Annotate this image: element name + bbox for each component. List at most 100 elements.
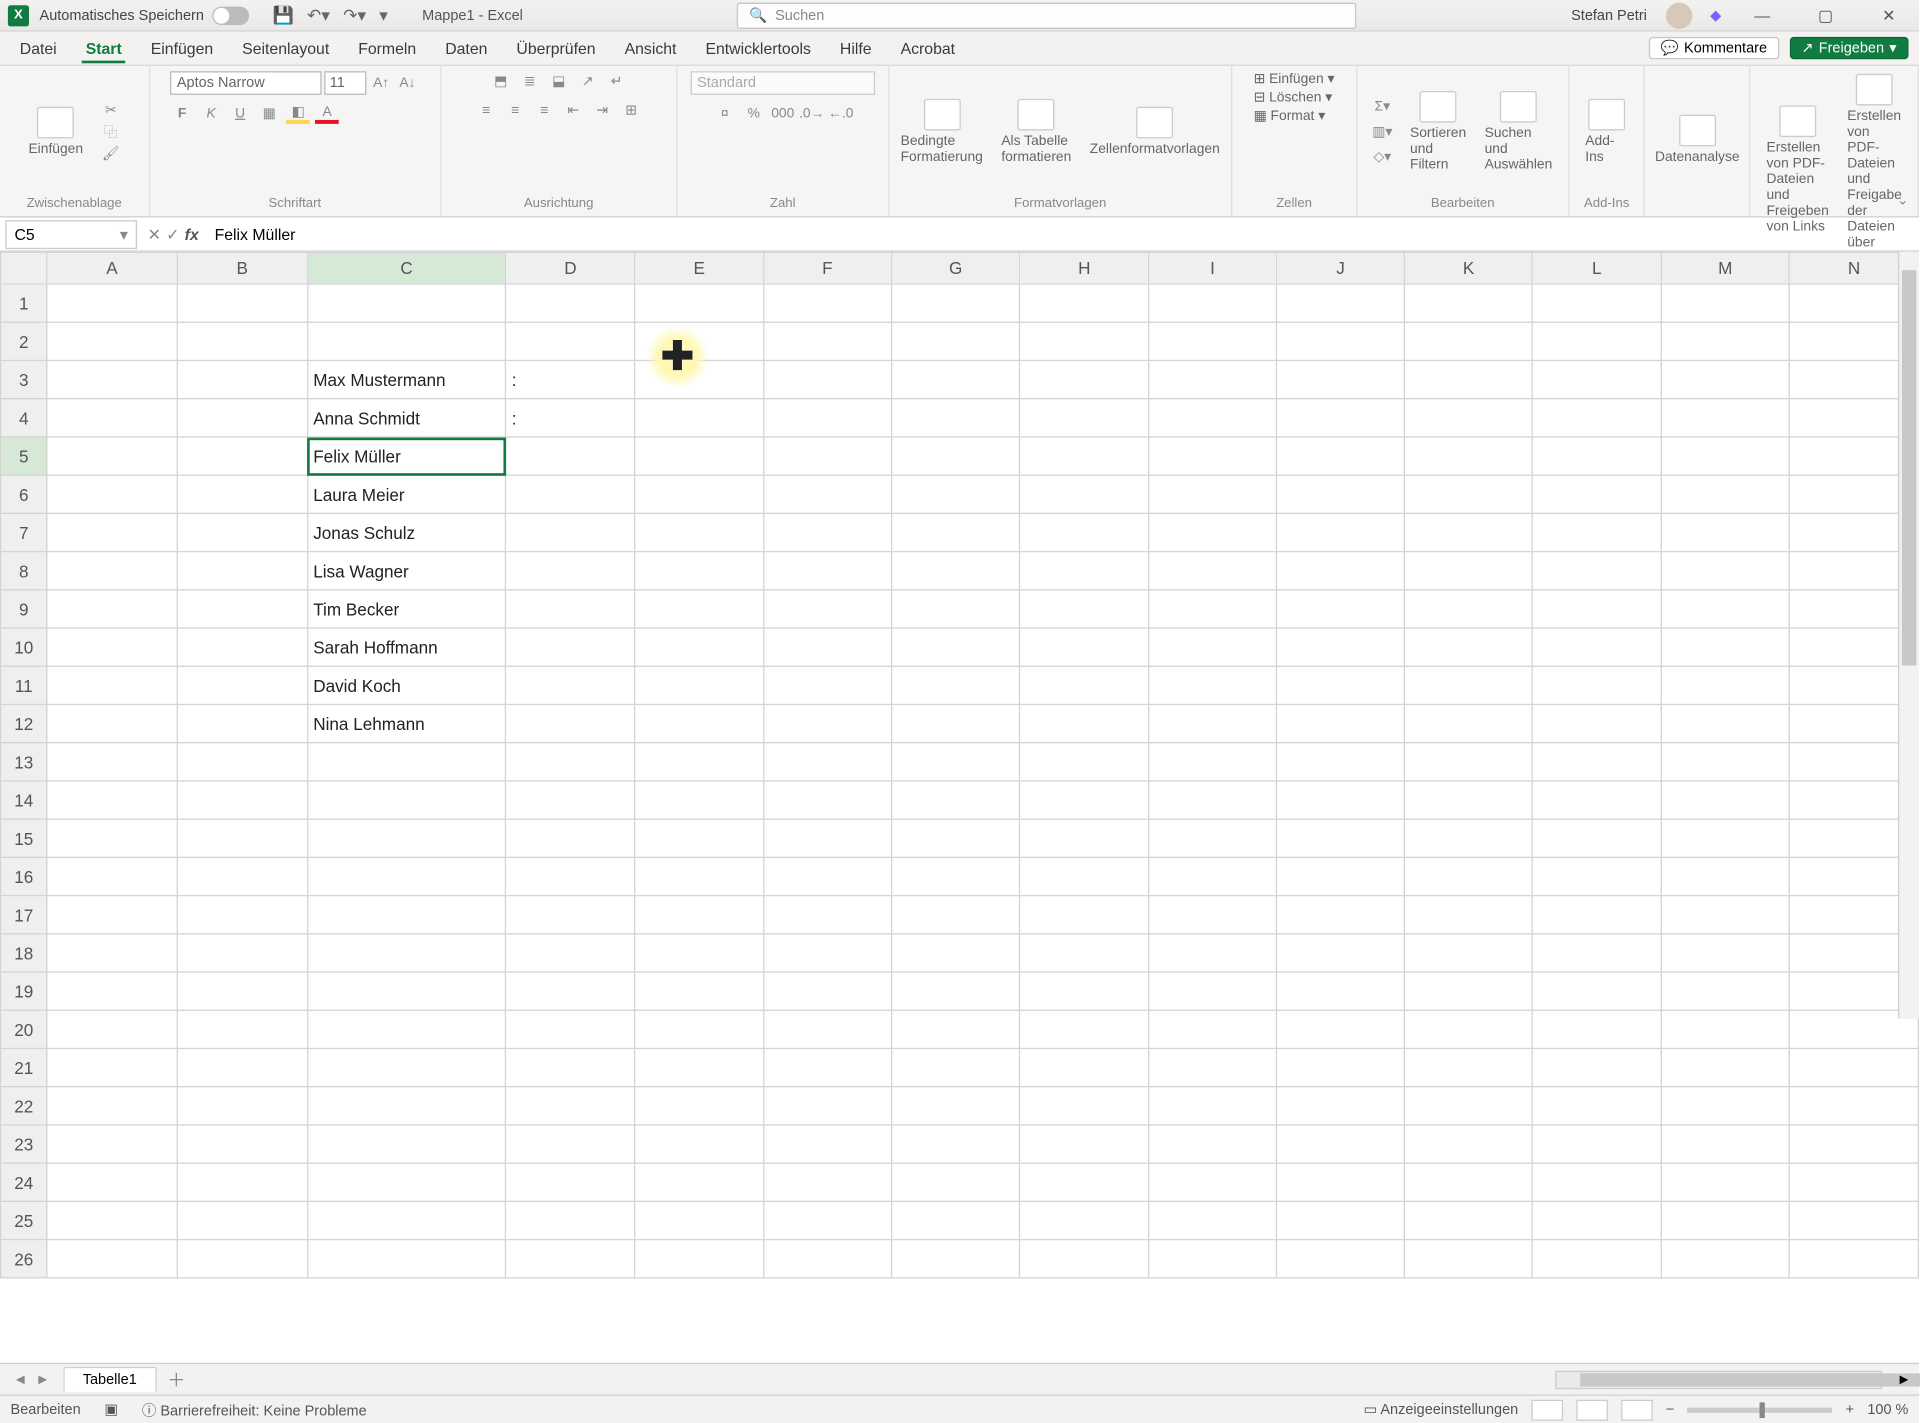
sheet-tab-active[interactable]: Tabelle1	[63, 1367, 157, 1392]
cell-G25[interactable]	[891, 1201, 1020, 1239]
cell-J15[interactable]	[1277, 819, 1405, 857]
cell-D19[interactable]	[506, 972, 635, 1010]
cell-J16[interactable]	[1277, 857, 1405, 895]
bold-button[interactable]: F	[170, 103, 194, 124]
cell-H26[interactable]	[1020, 1240, 1148, 1278]
cell-A2[interactable]	[47, 322, 177, 360]
diamond-icon[interactable]: ◆	[1710, 7, 1721, 24]
cell-M5[interactable]	[1661, 437, 1790, 475]
cell-M16[interactable]	[1661, 857, 1790, 895]
ribbon-collapse-icon[interactable]: ⌄	[1897, 192, 1909, 208]
tab-überprüfen[interactable]: Überprüfen	[505, 35, 608, 61]
insert-cells-button[interactable]: ⊞ Einfügen ▾	[1254, 71, 1335, 87]
cell-D15[interactable]	[506, 819, 635, 857]
cell-A15[interactable]	[47, 819, 177, 857]
column-header-G[interactable]: G	[891, 252, 1020, 284]
cell-B26[interactable]	[177, 1240, 307, 1278]
cell-K20[interactable]	[1405, 1010, 1533, 1048]
cell-G24[interactable]	[891, 1163, 1020, 1201]
cell-M24[interactable]	[1661, 1163, 1790, 1201]
percent-icon[interactable]: %	[742, 103, 766, 124]
autosave-toggle[interactable]: Automatisches Speichern	[40, 6, 249, 24]
cell-D18[interactable]	[506, 934, 635, 972]
row-header-20[interactable]: 20	[1, 1010, 47, 1048]
zoom-in-icon[interactable]: +	[1846, 1402, 1854, 1418]
cell-K23[interactable]	[1405, 1125, 1533, 1163]
cell-H16[interactable]	[1020, 857, 1148, 895]
cell-C26[interactable]	[307, 1240, 506, 1278]
cell-J18[interactable]	[1277, 934, 1405, 972]
cell-H17[interactable]	[1020, 896, 1148, 934]
cell-J22[interactable]	[1277, 1087, 1405, 1125]
cell-H7[interactable]	[1020, 513, 1148, 551]
search-input[interactable]: 🔍 Suchen	[737, 2, 1356, 28]
tab-seitenlayout[interactable]: Seitenlayout	[230, 35, 341, 61]
row-header-26[interactable]: 26	[1, 1240, 47, 1278]
cell-K21[interactable]	[1405, 1048, 1533, 1086]
cell-L6[interactable]	[1533, 475, 1661, 513]
cell-G11[interactable]	[891, 666, 1020, 704]
cell-B4[interactable]	[177, 399, 307, 437]
cell-B12[interactable]	[177, 704, 307, 742]
row-header-8[interactable]: 8	[1, 552, 47, 590]
cell-K24[interactable]	[1405, 1163, 1533, 1201]
cell-D25[interactable]	[506, 1201, 635, 1239]
cell-F9[interactable]	[763, 590, 891, 628]
delete-cells-button[interactable]: ⊟ Löschen ▾	[1254, 90, 1333, 106]
row-header-24[interactable]: 24	[1, 1163, 47, 1201]
cell-M13[interactable]	[1661, 743, 1790, 781]
cell-F12[interactable]	[763, 704, 891, 742]
cell-D7[interactable]	[506, 513, 635, 551]
row-header-11[interactable]: 11	[1, 666, 47, 704]
cell-L3[interactable]	[1533, 360, 1661, 398]
merge-icon[interactable]: ⊞	[619, 100, 643, 121]
cell-B15[interactable]	[177, 819, 307, 857]
row-header-21[interactable]: 21	[1, 1048, 47, 1086]
cell-G5[interactable]	[891, 437, 1020, 475]
cell-I5[interactable]	[1149, 437, 1277, 475]
cell-I16[interactable]	[1149, 857, 1277, 895]
enter-formula-icon[interactable]: ✓	[166, 225, 179, 243]
redo-icon[interactable]: ↷▾	[343, 5, 366, 26]
cell-G3[interactable]	[891, 360, 1020, 398]
cell-D4[interactable]: :	[506, 399, 635, 437]
cell-H1[interactable]	[1020, 284, 1148, 322]
cell-J1[interactable]	[1277, 284, 1405, 322]
cell-H25[interactable]	[1020, 1201, 1148, 1239]
cell-E25[interactable]	[635, 1201, 763, 1239]
cell-A4[interactable]	[47, 399, 177, 437]
cell-I12[interactable]	[1149, 704, 1277, 742]
cell-B1[interactable]	[177, 284, 307, 322]
cell-E4[interactable]	[635, 399, 763, 437]
cell-H12[interactable]	[1020, 704, 1148, 742]
cell-K5[interactable]	[1405, 437, 1533, 475]
cell-K22[interactable]	[1405, 1087, 1533, 1125]
qat-customize-icon[interactable]: ▾	[379, 5, 388, 26]
cell-F5[interactable]	[763, 437, 891, 475]
tab-daten[interactable]: Daten	[433, 35, 499, 61]
cell-A26[interactable]	[47, 1240, 177, 1278]
cell-F3[interactable]	[763, 360, 891, 398]
cell-C14[interactable]	[307, 781, 506, 819]
cell-J11[interactable]	[1277, 666, 1405, 704]
cell-I25[interactable]	[1149, 1201, 1277, 1239]
cell-M2[interactable]	[1661, 322, 1790, 360]
cell-B6[interactable]	[177, 475, 307, 513]
cell-H22[interactable]	[1020, 1087, 1148, 1125]
cell-A18[interactable]	[47, 934, 177, 972]
cell-M6[interactable]	[1661, 475, 1790, 513]
cell-C18[interactable]	[307, 934, 506, 972]
cell-H14[interactable]	[1020, 781, 1148, 819]
cell-I7[interactable]	[1149, 513, 1277, 551]
share-button[interactable]: ↗ Freigeben ▾	[1789, 37, 1908, 59]
cell-E2[interactable]	[635, 322, 763, 360]
font-size-select[interactable]: 11	[324, 71, 366, 95]
paste-button[interactable]: Einfügen	[26, 104, 86, 159]
cell-A20[interactable]	[47, 1010, 177, 1048]
cell-I10[interactable]	[1149, 628, 1277, 666]
cell-E22[interactable]	[635, 1087, 763, 1125]
cell-N22[interactable]	[1790, 1087, 1919, 1125]
cell-B16[interactable]	[177, 857, 307, 895]
cell-H18[interactable]	[1020, 934, 1148, 972]
undo-icon[interactable]: ↶▾	[307, 5, 330, 26]
